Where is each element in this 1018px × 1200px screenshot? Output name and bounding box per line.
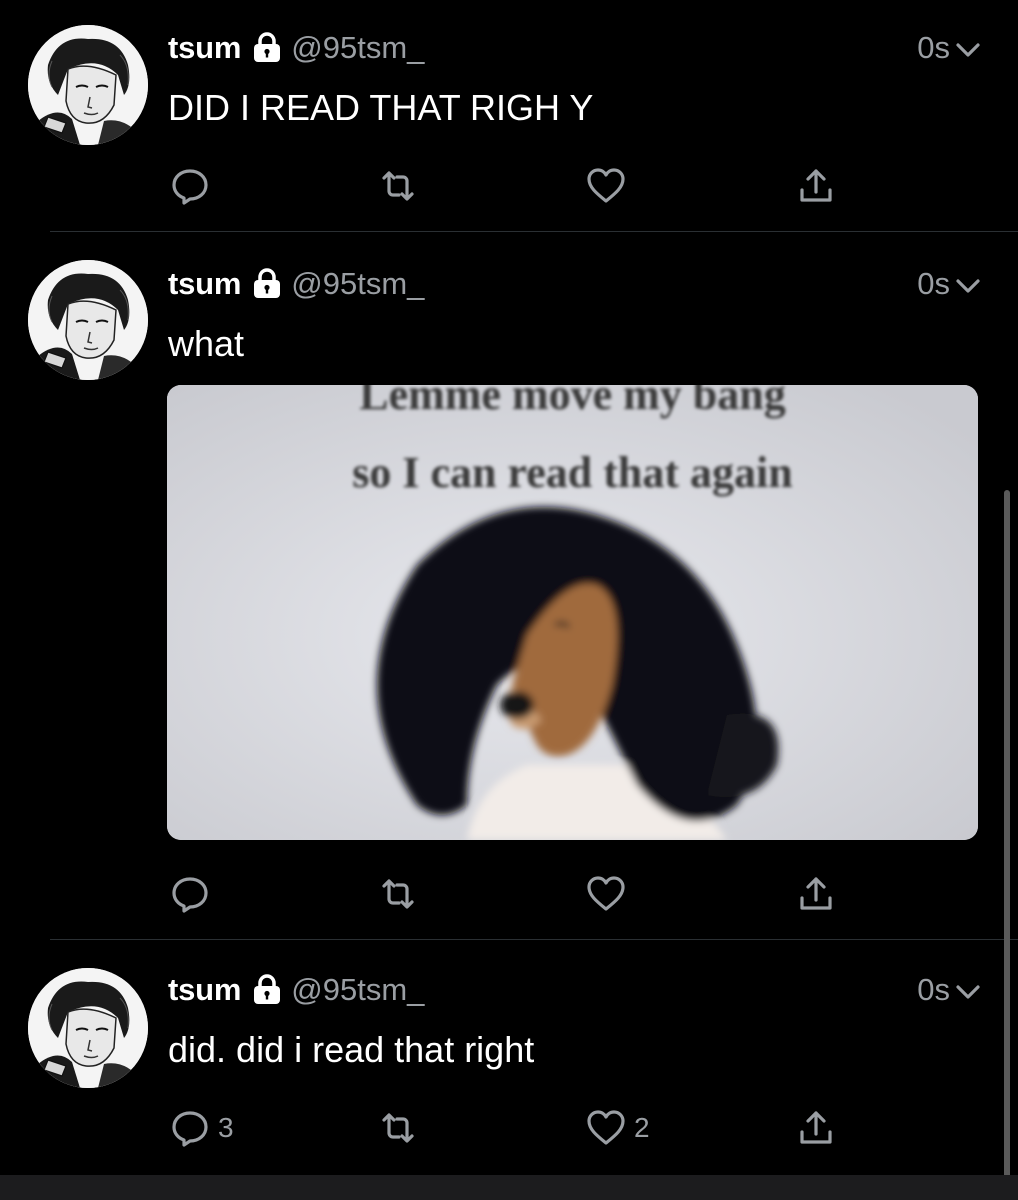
- retweet-button[interactable]: [378, 1104, 418, 1152]
- retweet-icon: [378, 1108, 418, 1148]
- tweet-1[interactable]: tsum @95tsm_ 0s DID I READ THAT RIGH Y: [0, 0, 1018, 232]
- reply-count: 3: [218, 1112, 234, 1143]
- user-handle[interactable]: @95tsm_: [291, 266, 424, 302]
- tweet-media-image[interactable]: Lemme move my bang so I can read that ag…: [167, 385, 978, 840]
- timestamp: 0s: [917, 266, 950, 301]
- retweet-button[interactable]: [378, 162, 418, 210]
- tweet-text: DID I READ THAT RIGH Y: [168, 87, 594, 128]
- retweet-icon: [378, 874, 418, 914]
- reply-button[interactable]: [170, 162, 218, 210]
- share-button[interactable]: [796, 870, 836, 918]
- tweet-3[interactable]: tsum @95tsm_ 0s did. did i read that rig…: [0, 940, 1018, 1175]
- tweet-text: did. did i read that right: [168, 1029, 535, 1070]
- share-icon: [796, 166, 836, 206]
- reply-button[interactable]: [170, 870, 218, 918]
- share-icon: [796, 874, 836, 914]
- lock-icon: [251, 268, 283, 300]
- avatar[interactable]: [28, 968, 148, 1088]
- reply-icon: [170, 874, 210, 914]
- like-button[interactable]: 2: [586, 1104, 650, 1152]
- heart-icon: [586, 1108, 626, 1148]
- share-icon: [796, 1108, 836, 1148]
- like-count: 2: [634, 1112, 650, 1143]
- meme-caption-line2: so I can read that again: [352, 448, 793, 497]
- like-button[interactable]: [586, 162, 634, 210]
- retweet-button[interactable]: [378, 870, 418, 918]
- display-name[interactable]: tsum: [168, 30, 241, 66]
- scrollbar[interactable]: [1004, 490, 1010, 1180]
- like-button[interactable]: [586, 870, 634, 918]
- timestamp: 0s: [917, 30, 950, 65]
- tweet-header: tsum @95tsm_: [168, 28, 424, 68]
- tweet-header: tsum @95tsm_: [168, 264, 424, 304]
- share-button[interactable]: [796, 1104, 836, 1152]
- heart-icon: [586, 166, 626, 206]
- bottom-bar: [0, 1175, 1018, 1200]
- user-handle[interactable]: @95tsm_: [291, 30, 424, 66]
- tweet-header: tsum @95tsm_: [168, 970, 424, 1010]
- display-name[interactable]: tsum: [168, 266, 241, 302]
- reply-button[interactable]: 3: [170, 1104, 234, 1152]
- chevron-down-icon[interactable]: [954, 36, 982, 64]
- chevron-down-icon[interactable]: [954, 978, 982, 1006]
- reply-icon: [170, 1108, 210, 1148]
- share-button[interactable]: [796, 162, 836, 210]
- retweet-icon: [378, 166, 418, 206]
- tweet-actions: 3 2: [168, 1104, 848, 1152]
- tweet-text: what: [168, 323, 245, 364]
- lock-icon: [251, 974, 283, 1006]
- user-handle[interactable]: @95tsm_: [291, 972, 424, 1008]
- lock-icon: [251, 32, 283, 64]
- display-name[interactable]: tsum: [168, 972, 241, 1008]
- timestamp: 0s: [917, 972, 950, 1007]
- meme-caption-line1: Lemme move my bang: [359, 385, 786, 419]
- avatar[interactable]: [28, 25, 148, 145]
- tweet-actions: [168, 162, 848, 210]
- avatar[interactable]: [28, 260, 148, 380]
- tweet-actions: [168, 870, 848, 918]
- heart-icon: [586, 874, 626, 914]
- reply-icon: [170, 166, 210, 206]
- chevron-down-icon[interactable]: [954, 272, 982, 300]
